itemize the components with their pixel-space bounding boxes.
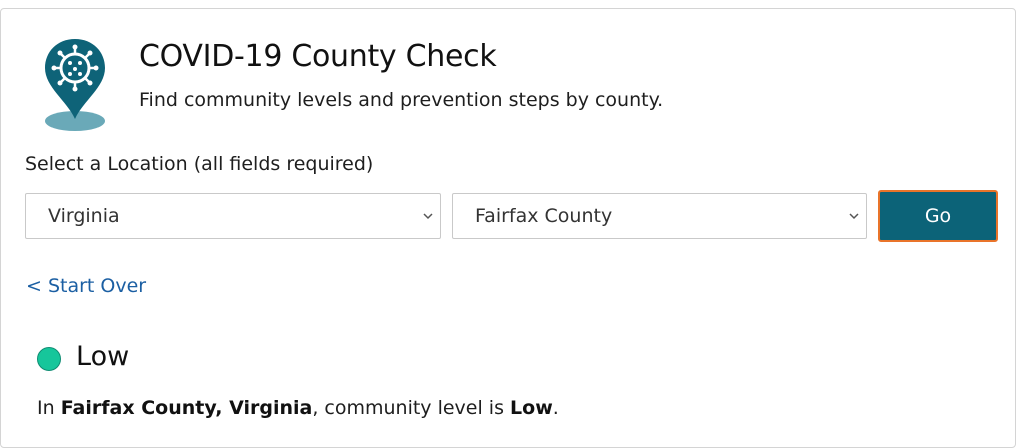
chevron-down-icon — [849, 213, 859, 220]
page-subtitle: Find community levels and prevention ste… — [139, 89, 664, 111]
go-button[interactable]: Go — [878, 190, 998, 242]
county-check-card: COVID-19 County Check Find community lev… — [0, 8, 1016, 448]
chevron-down-icon — [423, 213, 433, 220]
page-title: COVID-19 County Check — [139, 39, 497, 74]
summary-place: Fairfax County, Virginia — [60, 397, 313, 419]
summary-prefix: In — [37, 397, 61, 419]
state-select[interactable]: Virginia — [25, 193, 441, 239]
county-select[interactable]: Fairfax County — [452, 193, 867, 239]
community-level-summary: In Fairfax County, Virginia, community l… — [37, 397, 559, 419]
county-select-value: Fairfax County — [475, 205, 613, 227]
location-label: Select a Location (all fields required) — [25, 153, 374, 175]
virus-location-pin-icon — [45, 39, 105, 131]
start-over-link[interactable]: < Start Over — [26, 275, 146, 297]
state-select-value: Virginia — [48, 205, 120, 227]
summary-middle: , community level is — [312, 397, 511, 419]
community-level-label: Low — [76, 341, 130, 372]
community-level-indicator — [37, 347, 61, 371]
summary-level: Low — [510, 397, 553, 419]
summary-suffix: . — [552, 397, 559, 419]
